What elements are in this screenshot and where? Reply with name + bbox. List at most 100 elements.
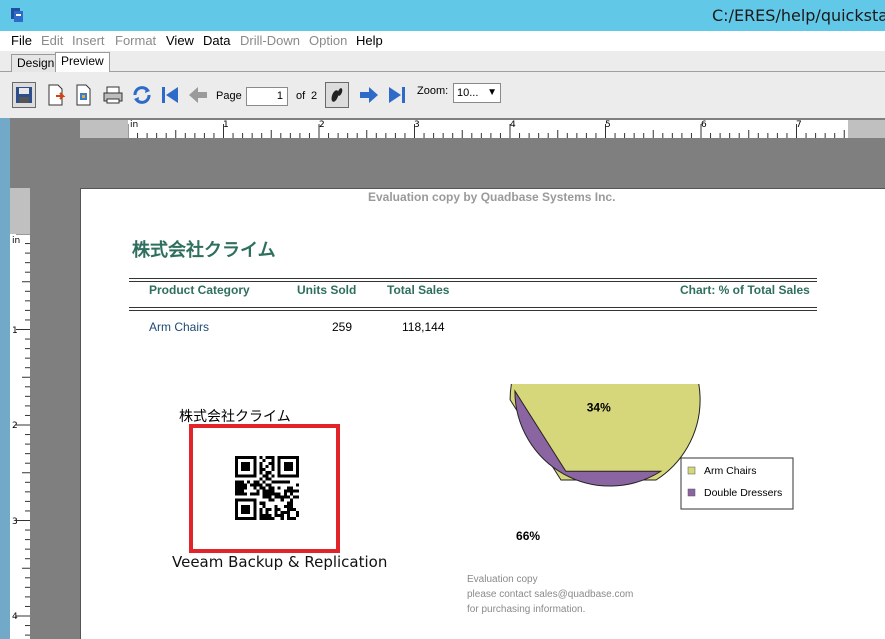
qr-module	[238, 480, 242, 484]
qr-module	[265, 507, 269, 511]
qr-module	[280, 495, 284, 499]
header-rule	[129, 310, 817, 311]
qr-module	[265, 516, 269, 520]
page-number-input[interactable]: 1	[246, 87, 288, 106]
report-page: Evaluation copy by Quadbase Systems Inc.…	[80, 188, 885, 639]
qr-subtitle: Veeam Backup & Replication	[172, 553, 388, 571]
last-page-button[interactable]	[385, 82, 409, 108]
qr-module	[262, 516, 266, 520]
qr-module	[265, 477, 269, 481]
qr-module	[295, 513, 299, 517]
chevron-down-icon: ▼	[487, 87, 497, 98]
qr-module	[259, 465, 263, 469]
header-rule	[129, 281, 817, 282]
horizontal-ruler: in 1 2 3 4 5 6 7	[80, 120, 850, 138]
tab-preview[interactable]: Preview	[55, 52, 110, 73]
menu-drill-down[interactable]: Drill-Down	[240, 33, 300, 48]
menu-view[interactable]: View	[166, 33, 194, 48]
qr-module	[286, 513, 290, 517]
next-page-button[interactable]	[357, 82, 381, 108]
vertical-ruler: in 1 2 3 4	[10, 188, 30, 639]
qr-module	[265, 513, 269, 517]
qr-module	[286, 489, 290, 493]
qr-module	[259, 468, 263, 472]
goto-page-button[interactable]	[325, 82, 349, 108]
qr-module	[253, 480, 257, 484]
qr-module	[265, 456, 269, 460]
qr-module	[262, 513, 266, 517]
qr-module	[283, 489, 287, 493]
qr-module	[238, 489, 242, 493]
zoom-select[interactable]: 10... ▼	[453, 83, 501, 103]
qr-module	[286, 507, 290, 511]
qr-module	[262, 486, 266, 490]
qr-module	[265, 495, 269, 499]
h-ruler-mark: 7	[796, 120, 802, 130]
qr-module	[283, 480, 287, 484]
qr-module	[259, 462, 263, 466]
v-ruler-mark: 1	[12, 326, 18, 336]
h-ruler-mark: 5	[605, 120, 611, 130]
menu-edit[interactable]: Edit	[41, 33, 63, 48]
qr-module	[271, 456, 275, 460]
refresh-button[interactable]	[130, 82, 154, 108]
qr-module	[241, 489, 245, 493]
qr-module	[274, 510, 278, 514]
qr-module	[244, 492, 248, 496]
h-ruler-mark: 4	[510, 120, 516, 130]
print-button[interactable]	[101, 82, 125, 108]
qr-module	[238, 483, 242, 487]
qr-module	[259, 486, 263, 490]
column-header-sales: Total Sales	[387, 283, 450, 297]
qr-module	[268, 513, 272, 517]
page-setup-button[interactable]	[72, 82, 96, 108]
chart-legend: Arm Chairs Double Dressers	[680, 457, 794, 510]
v-ruler-unit: in	[12, 236, 21, 246]
qr-module	[238, 492, 242, 496]
first-page-button[interactable]	[158, 82, 182, 108]
app-icon	[11, 8, 23, 22]
qr-module	[274, 480, 278, 484]
qr-module	[265, 483, 269, 487]
menu-file[interactable]: File	[11, 33, 32, 48]
qr-module	[289, 504, 293, 508]
row-category: Arm Chairs	[149, 320, 210, 334]
ruler-margin-left	[80, 120, 128, 138]
evaluation-note-line: for purchasing information.	[467, 604, 586, 615]
qr-module	[265, 474, 269, 478]
qr-module	[268, 483, 272, 487]
qr-module	[235, 486, 239, 490]
menu-option[interactable]: Option	[309, 33, 347, 48]
qr-module	[271, 516, 275, 520]
qr-module	[280, 498, 284, 502]
qr-module	[295, 483, 299, 487]
qr-module	[280, 516, 284, 520]
qr-module	[280, 480, 284, 484]
menu-insert[interactable]: Insert	[72, 33, 105, 48]
qr-module	[292, 495, 296, 499]
menu-data[interactable]: Data	[203, 33, 230, 48]
qr-module	[280, 513, 284, 517]
qr-module	[262, 501, 266, 505]
qr-module	[289, 486, 293, 490]
qr-module	[283, 495, 287, 499]
evaluation-note: Evaluation copy please contact sales@qua…	[467, 572, 633, 617]
qr-module	[289, 507, 293, 511]
export-button[interactable]	[44, 82, 68, 108]
qr-module	[268, 516, 272, 520]
qr-module	[235, 483, 239, 487]
printer-icon	[103, 86, 123, 104]
page-total: 2	[311, 90, 318, 102]
menu-format[interactable]: Format	[115, 33, 156, 48]
qr-module	[286, 501, 290, 505]
tab-design[interactable]: Design	[11, 54, 61, 72]
previous-page-button[interactable]	[186, 82, 210, 108]
save-button[interactable]	[12, 82, 36, 108]
zoom-value: 10...	[457, 87, 479, 99]
qr-module	[265, 492, 269, 496]
menu-help[interactable]: Help	[356, 33, 383, 48]
header-rule	[129, 278, 817, 279]
legend-label: Arm Chairs	[704, 465, 757, 477]
qr-module	[241, 483, 245, 487]
first-page-icon	[162, 87, 178, 103]
